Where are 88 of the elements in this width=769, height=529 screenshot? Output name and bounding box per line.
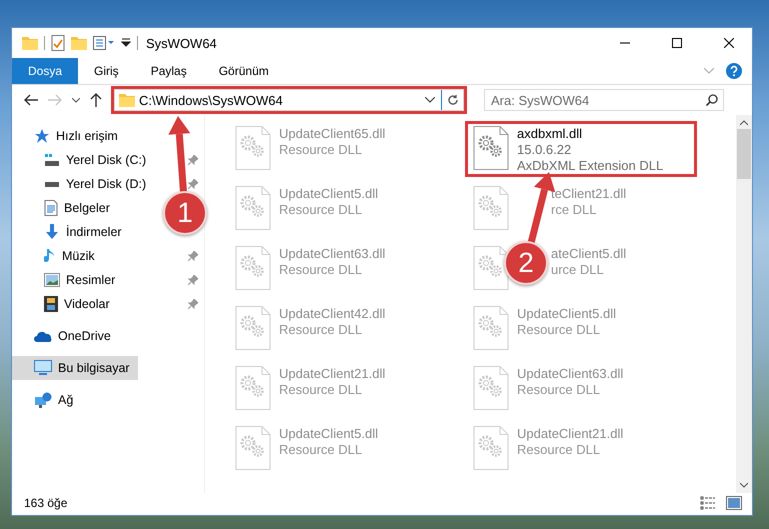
network-icon: [34, 392, 52, 408]
document-icon: [44, 200, 58, 216]
settings-file-icon: [473, 246, 509, 290]
settings-file-icon: [473, 126, 509, 170]
sidebar-item[interactable]: Bu bilgisayar: [12, 356, 138, 380]
file-detail: urce DLL: [551, 262, 605, 278]
maximize-icon[interactable]: [672, 38, 682, 48]
scroll-down-icon[interactable]: [740, 481, 748, 489]
file-detail: Resource DLL: [279, 322, 364, 338]
search-field[interactable]: Ara: SysWOW64: [484, 89, 724, 111]
folder-icon: [22, 36, 38, 50]
file-detail: Resource DLL: [279, 142, 364, 158]
file-detail: Resource DLL: [279, 262, 364, 278]
settings-file-icon: [235, 366, 271, 410]
drive-icon: [44, 182, 60, 186]
view-options-icon[interactable]: [93, 36, 115, 50]
file-name: UpdateClient5.dll: [279, 186, 378, 202]
folder-icon: [119, 93, 135, 107]
settings-file-icon: [235, 426, 271, 470]
file-name: UpdateClient5.dll: [279, 426, 378, 442]
dropdown-chevron-icon[interactable]: [425, 97, 435, 103]
ribbon-tab[interactable]: Paylaş: [134, 58, 203, 84]
file-item[interactable]: axdbxml.dll 15.0.6.22 AxDbXML Extension DLL: [467, 123, 695, 175]
recent-locations-button[interactable]: [70, 98, 82, 102]
file-detail: Resource DLL: [517, 322, 602, 338]
large-icons-view-icon[interactable]: [726, 496, 742, 510]
drive-icon: [44, 153, 60, 167]
properties-icon[interactable]: [51, 35, 65, 51]
download-arrow-icon: [44, 224, 60, 240]
ribbon-tab[interactable]: Görünüm: [202, 58, 285, 84]
back-button[interactable]: [22, 94, 40, 106]
cloud-icon: [34, 330, 52, 342]
refresh-icon[interactable]: [446, 94, 458, 106]
file-name: UpdateClient63.dll: [279, 246, 386, 262]
sidebar-item[interactable]: Hızlı erişim: [12, 124, 126, 148]
ribbon-tab[interactable]: Dosya: [12, 58, 78, 84]
vertical-scrollbar[interactable]: [736, 115, 752, 493]
item-count: 163 öğe: [24, 496, 68, 510]
help-icon[interactable]: [726, 63, 742, 79]
picture-icon: [44, 273, 60, 287]
settings-file-icon: [473, 426, 509, 470]
file-name: teClient21.dll: [551, 186, 626, 202]
file-name: ateClient5.dll: [551, 246, 626, 262]
sidebar-item[interactable]: Yerel Disk (D:): [12, 172, 154, 196]
file-detail: Resource DLL: [517, 442, 602, 458]
new-folder-icon: [71, 36, 87, 50]
file-name: axdbxml.dll: [517, 126, 584, 142]
sidebar-item[interactable]: Ağ: [12, 388, 82, 412]
sidebar-item[interactable]: Belgeler: [12, 196, 118, 220]
file-detail: Resource DLL: [279, 442, 364, 458]
file-name: UpdateClient63.dll: [517, 366, 624, 382]
close-icon[interactable]: [724, 38, 734, 48]
star-icon: [34, 128, 50, 144]
settings-file-icon: [473, 366, 509, 410]
file-name: UpdateClient65.dll: [279, 126, 386, 142]
scroll-up-icon[interactable]: [740, 119, 748, 127]
settings-file-icon: [235, 246, 271, 290]
file-detail: 15.0.6.22: [517, 142, 572, 158]
sidebar-item[interactable]: Müzik: [12, 244, 103, 268]
sidebar-item[interactable]: Videolar: [12, 292, 118, 316]
ribbon-tab[interactable]: Giriş: [78, 58, 135, 84]
customize-dropdown-icon[interactable]: [121, 38, 131, 48]
sidebar-item[interactable]: OneDrive: [12, 324, 119, 348]
window-title: SysWOW64: [146, 36, 217, 50]
file-name: UpdateClient42.dll: [279, 306, 386, 322]
settings-file-icon: [235, 126, 271, 170]
file-detail: Resource DLL: [517, 382, 602, 398]
settings-file-icon: [473, 306, 509, 350]
sidebar-item[interactable]: Resimler: [12, 268, 124, 292]
details-view-icon[interactable]: [700, 496, 716, 510]
music-note-icon: [44, 248, 56, 264]
up-button[interactable]: [88, 93, 104, 107]
settings-file-icon: [473, 186, 509, 230]
file-detail: AxDbXML Extension DLL: [517, 158, 664, 174]
settings-file-icon: [235, 306, 271, 350]
sidebar-item[interactable]: İndirmeler: [12, 220, 130, 244]
film-icon: [44, 296, 58, 312]
computer-icon: [34, 360, 52, 376]
file-detail: rce DLL: [551, 202, 598, 218]
file-name: UpdateClient21.dll: [279, 366, 386, 382]
file-detail: Resource DLL: [279, 202, 364, 218]
settings-file-icon: [235, 186, 271, 230]
sidebar-item[interactable]: Yerel Disk (C:): [12, 148, 154, 172]
file-detail: Resource DLL: [279, 382, 364, 398]
scrollbar-thumb[interactable]: [737, 129, 751, 179]
file-name: UpdateClient21.dll: [517, 426, 624, 442]
file-name: UpdateClient5.dll: [517, 306, 616, 322]
address-field[interactable]: C:\Windows\SysWOW64: [114, 89, 464, 111]
